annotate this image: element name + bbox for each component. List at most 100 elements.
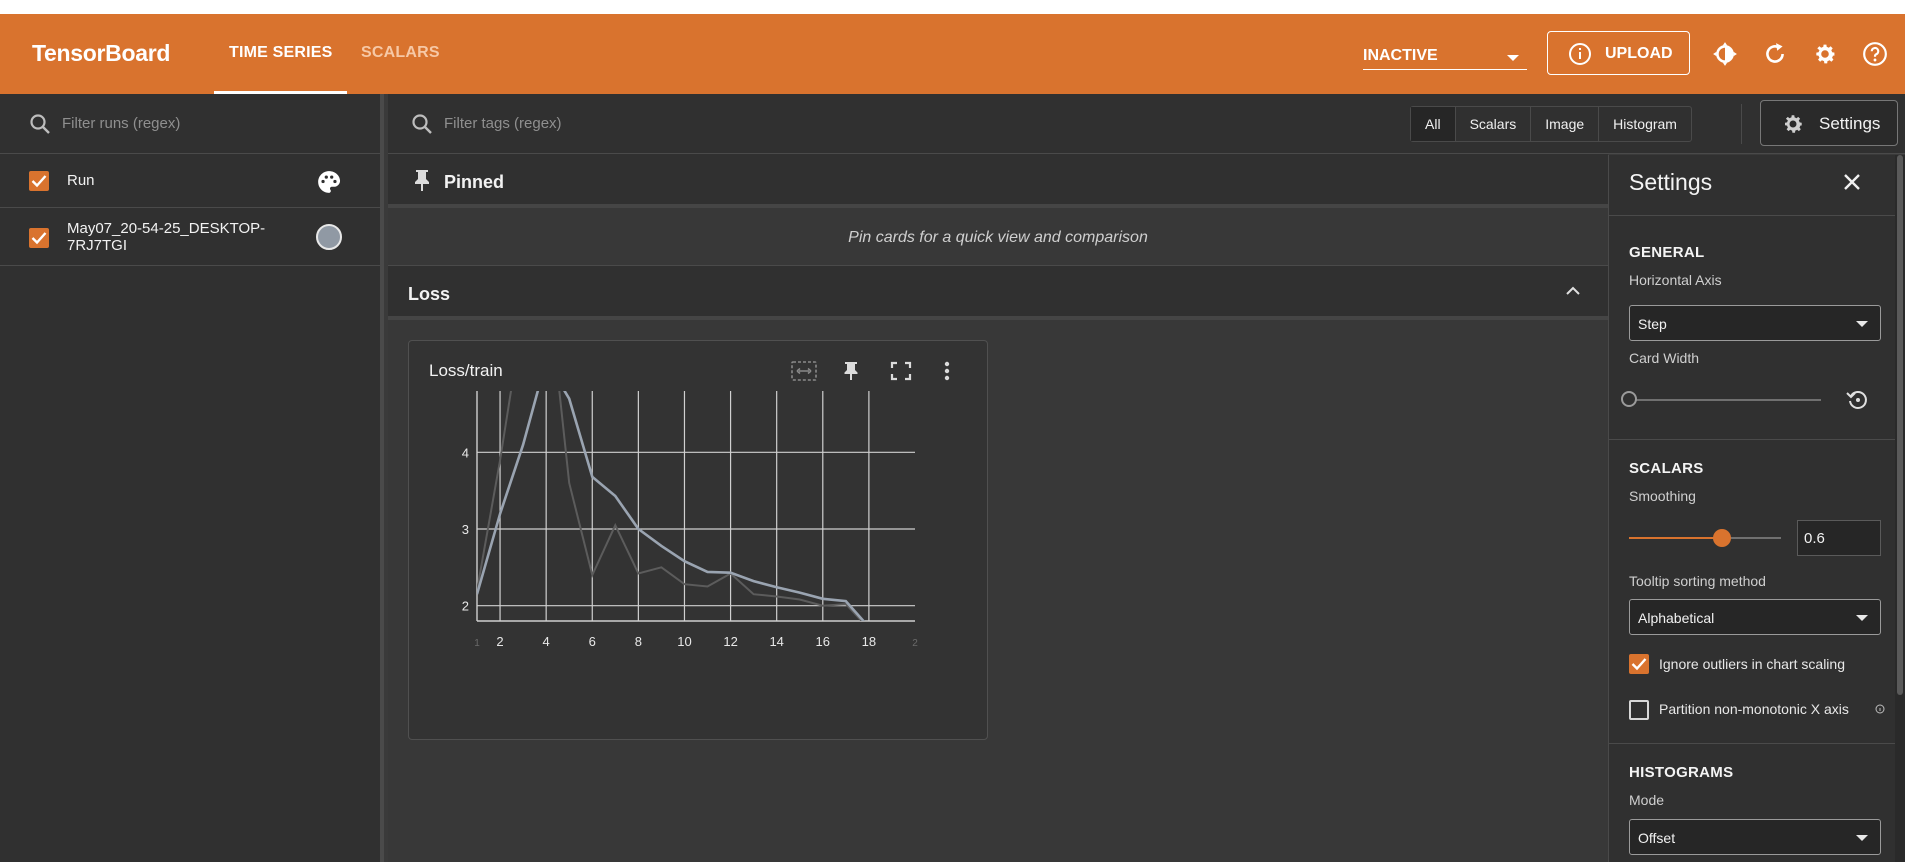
settings-scrollbar-thumb[interactable] bbox=[1897, 155, 1903, 695]
horizontal-axis-label: Horizontal Axis bbox=[1629, 272, 1722, 288]
runs-filter-placeholder: Filter runs (regex) bbox=[62, 115, 181, 132]
gear-icon bbox=[1785, 115, 1803, 133]
close-icon[interactable] bbox=[1841, 171, 1863, 193]
x-tick-label: 8 bbox=[635, 634, 642, 649]
dropdown-caret-icon bbox=[1856, 615, 1868, 621]
horizontal-axis-select[interactable]: Step bbox=[1629, 305, 1881, 341]
smoothing-label: Smoothing bbox=[1629, 488, 1696, 504]
tag-filter-bar: Filter tags (regex) All Scalars Image Hi… bbox=[388, 94, 1905, 154]
top-bar: TensorBoard TIME SERIES SCALARS INACTIVE… bbox=[0, 14, 1905, 94]
panel-divider bbox=[1609, 439, 1905, 440]
tooltip-sorting-label: Tooltip sorting method bbox=[1629, 573, 1766, 589]
horizontal-axis-value: Step bbox=[1638, 316, 1667, 332]
x-tick-label: 14 bbox=[769, 634, 783, 649]
dropdown-caret-icon bbox=[1507, 55, 1519, 61]
reload-dropdown[interactable]: INACTIVE bbox=[1363, 40, 1527, 70]
pinned-title: Pinned bbox=[444, 172, 505, 192]
chip-all[interactable]: All bbox=[1411, 107, 1456, 141]
settings-panel: Settings GENERAL Horizontal Axis Step Ca… bbox=[1608, 155, 1905, 862]
series-line-smoothed bbox=[477, 391, 866, 621]
tab-scalars[interactable]: SCALARS bbox=[361, 44, 440, 62]
smoothing-slider-knob[interactable] bbox=[1713, 529, 1731, 547]
x-tick-label: 6 bbox=[589, 634, 596, 649]
scalars-section-title: SCALARS bbox=[1629, 460, 1704, 477]
ignore-outliers-checkbox[interactable] bbox=[1629, 654, 1649, 674]
general-section-title: GENERAL bbox=[1629, 244, 1705, 261]
chip-scalars[interactable]: Scalars bbox=[1456, 107, 1532, 141]
dropdown-caret-icon bbox=[1856, 835, 1868, 841]
settings-button[interactable]: Settings bbox=[1760, 100, 1898, 146]
run-name-line-2: 7RJ7TGI bbox=[67, 237, 128, 254]
more-vert-icon[interactable] bbox=[941, 359, 953, 383]
x-tick-label: 16 bbox=[816, 634, 830, 649]
brand-title[interactable]: TensorBoard bbox=[32, 40, 170, 67]
reload-dropdown-value: INACTIVE bbox=[1363, 47, 1438, 64]
pinned-empty-message: Pin cards for a quick view and compariso… bbox=[388, 212, 1608, 266]
panel-divider bbox=[1609, 743, 1905, 744]
x-tick-label: 12 bbox=[723, 634, 737, 649]
y-tick-label: 2 bbox=[462, 599, 469, 614]
smoothing-input[interactable]: 0.6 bbox=[1797, 520, 1881, 556]
tooltip-sorting-select[interactable]: Alphabetical bbox=[1629, 599, 1881, 635]
run-name-line-1: May07_20-54-25_DESKTOP- bbox=[67, 220, 266, 237]
card-width-label: Card Width bbox=[1629, 350, 1700, 366]
histogram-mode-label: Mode bbox=[1629, 792, 1665, 808]
theme-icon[interactable] bbox=[1712, 41, 1738, 67]
checkmark-icon bbox=[31, 232, 47, 245]
card-type-filter: All Scalars Image Histogram bbox=[1410, 106, 1692, 142]
settings-panel-title: Settings bbox=[1629, 169, 1713, 195]
pin-icon[interactable] bbox=[841, 359, 861, 383]
run-name: May07_20-54-25_DESKTOP- 7RJ7TGI bbox=[67, 220, 265, 254]
histograms-section-title: HISTOGRAMS bbox=[1629, 764, 1734, 781]
x-tick-label: 2 bbox=[496, 634, 503, 649]
x-tick-label: 2 bbox=[912, 638, 918, 649]
checkmark-icon bbox=[31, 175, 47, 188]
checkmark-icon bbox=[1631, 658, 1647, 671]
chip-histogram[interactable]: Histogram bbox=[1599, 107, 1691, 141]
chevron-up-icon[interactable] bbox=[1564, 284, 1582, 298]
runs-filter[interactable]: Filter runs (regex) bbox=[0, 94, 380, 154]
tab-time-series[interactable]: TIME SERIES bbox=[229, 44, 333, 62]
runs-panel: Filter runs (regex) Run May07_20-54-25_D… bbox=[0, 94, 384, 862]
loss-chart[interactable]: 1 2 4 6 8 10 12 14 16 18 2234 bbox=[429, 391, 969, 711]
series-line-raw bbox=[477, 391, 864, 621]
ignore-outliers-label: Ignore outliers in chart scaling bbox=[1659, 656, 1845, 672]
card-width-track bbox=[1629, 399, 1821, 401]
refresh-icon[interactable] bbox=[1762, 41, 1788, 67]
fit-domain-icon[interactable] bbox=[790, 359, 818, 383]
partition-checkbox[interactable] bbox=[1629, 700, 1649, 720]
y-tick-label: 3 bbox=[462, 522, 469, 537]
card-width-slider-knob[interactable] bbox=[1621, 391, 1637, 407]
partition-label: Partition non-monotonic X axis bbox=[1659, 701, 1849, 717]
reset-icon[interactable] bbox=[1845, 388, 1871, 412]
panel-divider bbox=[1609, 215, 1905, 216]
smoothing-track-fill bbox=[1629, 537, 1722, 539]
palette-icon[interactable] bbox=[316, 169, 342, 195]
upload-label: UPLOAD bbox=[1605, 45, 1673, 62]
loss-group-title: Loss bbox=[408, 284, 451, 304]
main-content: Filter tags (regex) All Scalars Image Hi… bbox=[388, 94, 1905, 862]
run-checkbox[interactable] bbox=[29, 228, 49, 248]
chip-image[interactable]: Image bbox=[1531, 107, 1600, 141]
upload-button[interactable]: UPLOAD bbox=[1547, 31, 1690, 75]
run-color-swatch[interactable] bbox=[316, 224, 342, 250]
x-tick-label: 10 bbox=[677, 634, 691, 649]
search-icon bbox=[412, 114, 432, 134]
x-tick-label: 4 bbox=[543, 634, 550, 649]
gear-icon[interactable] bbox=[1812, 41, 1838, 67]
runs-header-row: Run bbox=[0, 154, 380, 208]
info-icon bbox=[1569, 43, 1591, 65]
info-icon[interactable] bbox=[1875, 704, 1885, 714]
search-icon bbox=[30, 114, 50, 134]
select-all-runs-checkbox[interactable] bbox=[29, 171, 49, 191]
x-tick-label: 18 bbox=[862, 634, 876, 649]
histogram-mode-select[interactable]: Offset bbox=[1629, 819, 1881, 855]
y-tick-label: 4 bbox=[462, 445, 469, 460]
help-icon[interactable] bbox=[1862, 41, 1888, 67]
loss-group-header[interactable]: Loss bbox=[388, 266, 1608, 320]
pinned-section-header: Pinned bbox=[388, 154, 1608, 208]
tags-filter-placeholder[interactable]: Filter tags (regex) bbox=[444, 115, 562, 132]
fullscreen-icon[interactable] bbox=[890, 359, 912, 383]
tooltip-sorting-value: Alphabetical bbox=[1638, 610, 1715, 626]
run-row[interactable]: May07_20-54-25_DESKTOP- 7RJ7TGI bbox=[0, 208, 380, 266]
